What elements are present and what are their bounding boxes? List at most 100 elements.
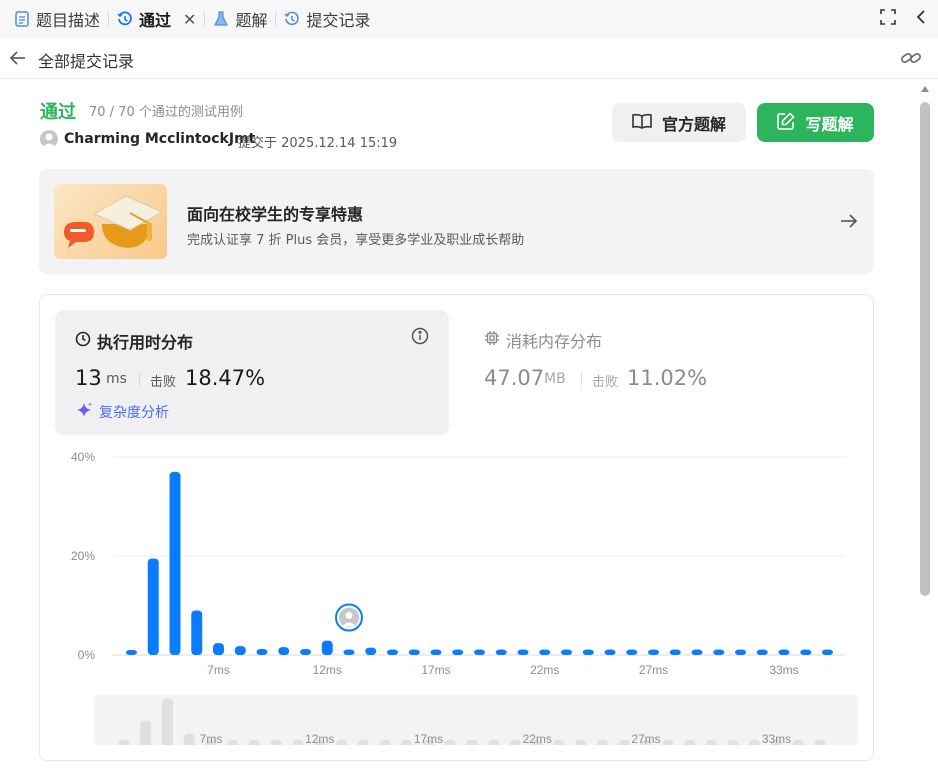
arrow-left-icon[interactable]	[8, 48, 28, 68]
tab-description[interactable]: 题目描述	[0, 0, 108, 38]
tab-submissions[interactable]: 提交记录	[276, 0, 378, 38]
write-solution-button[interactable]: 写题解	[757, 103, 874, 142]
x-tick-label: 33ms	[769, 663, 798, 677]
back-to-all-submissions[interactable]: 全部提交记录	[38, 48, 134, 72]
bar	[561, 649, 572, 655]
document-icon	[14, 11, 30, 27]
bar	[495, 649, 507, 655]
bar	[691, 649, 703, 655]
status-label: 通过	[40, 102, 76, 123]
tab-label: 通过	[139, 11, 172, 30]
flask-icon	[213, 11, 229, 27]
tab-label: 题解	[235, 11, 268, 30]
navigator-tick-label: 12ms	[305, 732, 334, 745]
memory-beats-label: 击败	[592, 375, 619, 390]
write-solution-label: 写题解	[805, 114, 854, 134]
x-tick-label: 7ms	[207, 663, 230, 677]
navigator-bar	[227, 740, 239, 745]
bar	[517, 649, 529, 655]
runtime-title: 执行用时分布	[75, 329, 193, 353]
link-icon[interactable]	[900, 48, 922, 72]
passed-testcases: 70 / 70 个通过的测试用例	[89, 105, 243, 120]
navigator-bar	[357, 740, 369, 745]
tab-label: 提交记录	[306, 11, 371, 30]
bar	[430, 649, 442, 655]
navigator-bar	[727, 740, 739, 745]
runtime-beats-value: 18.47%	[185, 366, 266, 390]
navigator-bar	[662, 740, 674, 745]
bar	[669, 649, 681, 655]
bar	[582, 649, 594, 655]
navigator-bar	[510, 740, 521, 745]
scrollbar[interactable]	[918, 80, 932, 781]
divider	[581, 372, 582, 386]
promo-title: 面向在校学生的专享特惠	[187, 205, 364, 224]
navigator-tick-label: 7ms	[200, 732, 223, 745]
student-promo-banner[interactable]: 面向在校学生的专享特惠 完成认证享 7 折 Plus 会员，享受更多学业及职业成…	[39, 169, 874, 274]
navigator-bar	[749, 740, 761, 745]
info-icon[interactable]	[411, 327, 429, 349]
bar	[213, 643, 224, 655]
close-icon[interactable]: ✕	[183, 10, 196, 29]
bar	[256, 649, 268, 655]
chart-navigator-bars[interactable]: 7ms 12ms 17ms 22ms 27ms 33ms	[94, 695, 858, 745]
navigator-tick-label: 27ms	[631, 732, 660, 745]
navigator-bar	[270, 740, 282, 745]
navigator-bar	[618, 740, 630, 745]
navigator-bar	[575, 740, 587, 745]
memory-tab[interactable]: 消耗内存分布	[484, 328, 602, 352]
tab-accepted[interactable]: 通过 ✕	[109, 0, 204, 38]
navigator-bar	[379, 740, 391, 745]
sparkle-icon	[75, 401, 93, 423]
navigator-bar	[183, 733, 195, 745]
edit-icon	[777, 111, 796, 134]
bar	[408, 649, 420, 655]
bar	[191, 610, 203, 655]
arrow-right-icon[interactable]	[839, 211, 859, 235]
chip-icon	[484, 330, 500, 350]
navigator-bar	[488, 740, 500, 745]
clock-icon	[75, 331, 91, 351]
official-solution-label: 官方题解	[661, 114, 726, 134]
scroll-up-arrow[interactable]	[921, 86, 929, 92]
bar	[604, 649, 616, 655]
bar	[822, 649, 833, 655]
submission-header: 全部提交记录	[0, 38, 938, 79]
collapse-icon[interactable]	[916, 9, 926, 29]
bar	[800, 649, 812, 655]
navigator-bar	[118, 740, 130, 745]
official-solution-button[interactable]: 官方题解	[612, 103, 746, 142]
bar	[452, 649, 464, 655]
y-tick-label: 40%	[71, 450, 95, 464]
navigator-bar	[553, 740, 565, 745]
bar	[343, 649, 355, 655]
x-tick-label: 22ms	[530, 663, 559, 677]
tab-solutions[interactable]: 题解	[205, 0, 275, 38]
bar	[713, 649, 725, 655]
bar	[756, 649, 768, 655]
navigator-bar	[597, 740, 608, 745]
navigator-bar	[705, 740, 717, 745]
bar	[648, 649, 659, 655]
navigator-bar	[684, 740, 695, 745]
y-tick-label: 20%	[71, 549, 95, 563]
bar	[735, 649, 746, 655]
x-tick-label: 12ms	[313, 663, 342, 677]
avatar[interactable]	[40, 130, 58, 148]
tabbar-actions	[880, 0, 926, 38]
bar	[234, 646, 246, 655]
x-tick-label: 17ms	[421, 663, 450, 677]
bar	[300, 649, 311, 655]
author-name[interactable]: Charming McclintockJmt	[64, 131, 255, 147]
scroll-thumb[interactable]	[920, 102, 930, 596]
complexity-analysis-link[interactable]: 复杂度分析	[75, 401, 169, 423]
memory-title-text: 消耗内存分布	[506, 332, 603, 351]
navigator-bar	[792, 740, 804, 745]
runtime-distribution-chart[interactable]: 40% 20% 0% 7ms 12ms 17ms 22ms 27ms 33ms	[55, 445, 855, 685]
bar	[626, 649, 638, 655]
memory-beats-value: 11.02%	[627, 366, 708, 390]
bar	[778, 649, 790, 655]
fullscreen-icon[interactable]	[880, 9, 896, 29]
runtime-card[interactable]: 执行用时分布 13 ms 击败 18.47% 复杂度分析	[55, 310, 449, 435]
navigator-bar	[249, 740, 260, 745]
